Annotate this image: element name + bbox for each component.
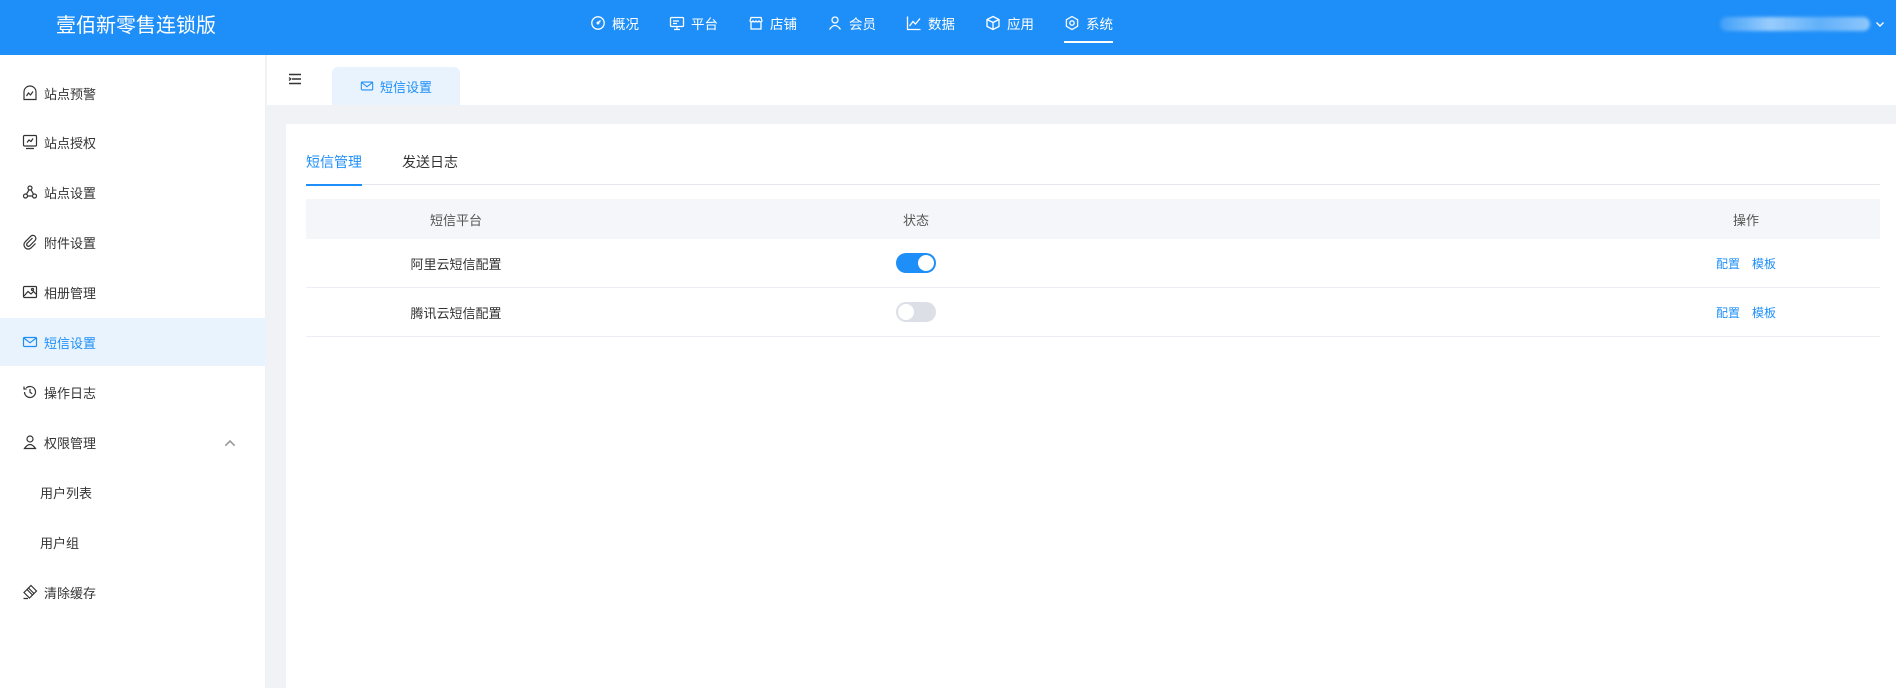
nav-label: 数据 xyxy=(928,17,955,33)
user-icon xyxy=(23,435,37,450)
alert-gauge-icon xyxy=(23,85,37,101)
tab-label: 短信设置 xyxy=(379,80,432,96)
table-row: 阿里云短信配置 配置 模板 xyxy=(306,239,1880,288)
clear-icon xyxy=(23,584,38,600)
sidebar: 站点预警 站点授权 站点设置 附件设置 相册管理 短信设置 操作日志 权限管理 … xyxy=(0,55,266,688)
sidebar-item-user-group[interactable]: 用户组 xyxy=(0,518,266,566)
sidebar-item-sms-settings[interactable]: 短信设置 xyxy=(0,318,266,366)
sidebar-item-label: 站点设置 xyxy=(44,186,97,202)
gear-icon xyxy=(1065,15,1079,31)
status-cell xyxy=(766,288,1066,336)
user-menu[interactable] xyxy=(1720,14,1886,34)
nav-member[interactable]: 会员 xyxy=(827,0,876,46)
image-icon xyxy=(22,285,38,299)
avatar xyxy=(1720,17,1870,31)
sidebar-item-label: 短信设置 xyxy=(44,336,97,352)
column-header-actions: 操作 xyxy=(1732,213,1759,229)
nav-overview[interactable]: 概况 xyxy=(590,0,639,46)
top-header: 壹佰新零售连锁版 概况 平台 店铺 会员 数据 应用 系统 xyxy=(0,0,1896,55)
nav-store[interactable]: 店铺 xyxy=(748,0,797,46)
content-card: 短信管理 发送日志 短信平台 状态 操作 阿里云短信配置 配置 模板 腾讯云短信… xyxy=(286,124,1896,688)
sidebar-item-label: 站点预警 xyxy=(44,87,97,103)
sidebar-item-label: 权限管理 xyxy=(44,436,97,452)
sub-tabs: 短信管理 发送日志 xyxy=(306,154,1880,186)
actions-cell: 配置 模板 xyxy=(1616,288,1876,336)
template-link[interactable]: 模板 xyxy=(1752,255,1776,272)
mail-icon xyxy=(22,336,38,348)
sms-platform-table: 短信平台 状态 操作 阿里云短信配置 配置 模板 腾讯云短信配置 配置 模板 xyxy=(306,199,1880,337)
history-icon xyxy=(23,385,37,399)
chevron-up-icon xyxy=(224,439,236,447)
sidebar-item-operation-log[interactable]: 操作日志 xyxy=(0,368,266,416)
status-cell xyxy=(766,239,1066,287)
sidebar-item-permission[interactable]: 权限管理 xyxy=(0,418,266,466)
chart-line-icon xyxy=(906,16,921,31)
config-link[interactable]: 配置 xyxy=(1716,304,1740,321)
sidebar-item-label: 站点授权 xyxy=(44,136,97,152)
table-header: 短信平台 状态 操作 xyxy=(306,199,1880,239)
sidebar-item-user-list[interactable]: 用户列表 xyxy=(0,468,266,516)
config-link[interactable]: 配置 xyxy=(1716,255,1740,272)
tab-send-log[interactable]: 发送日志 xyxy=(402,154,458,185)
platform-name: 腾讯云短信配置 xyxy=(410,306,502,322)
monitor-icon xyxy=(669,16,685,31)
license-icon xyxy=(22,134,38,150)
store-icon xyxy=(749,16,763,30)
chevron-down-icon xyxy=(1876,22,1884,27)
nav-label: 会员 xyxy=(849,17,876,33)
sidebar-item-label: 用户组 xyxy=(40,536,80,552)
template-link[interactable]: 模板 xyxy=(1752,304,1776,321)
sidebar-item-label: 操作日志 xyxy=(44,386,97,402)
nav-label: 平台 xyxy=(691,17,718,33)
menu-fold-icon[interactable] xyxy=(287,71,303,87)
nav-system[interactable]: 系统 xyxy=(1064,0,1113,46)
nav-platform[interactable]: 平台 xyxy=(669,0,718,46)
paperclip-icon xyxy=(23,234,37,250)
sidebar-item-album[interactable]: 相册管理 xyxy=(0,268,266,316)
tab-strip: 短信设置 xyxy=(267,55,1896,105)
sidebar-item-label: 清除缓存 xyxy=(44,586,97,602)
actions-cell: 配置 模板 xyxy=(1616,239,1876,287)
column-header-status: 状态 xyxy=(902,213,929,229)
tab-sms-settings[interactable]: 短信设置 xyxy=(332,67,460,105)
sidebar-item-clear-cache[interactable]: 清除缓存 xyxy=(0,568,266,616)
status-toggle[interactable] xyxy=(896,302,936,322)
sidebar-item-label: 相册管理 xyxy=(44,286,97,302)
toggle-knob xyxy=(918,255,934,271)
toggle-knob xyxy=(898,304,914,320)
nav-label: 应用 xyxy=(1007,17,1034,33)
sidebar-item-site-license[interactable]: 站点授权 xyxy=(0,118,266,166)
column-header-platform: 短信平台 xyxy=(429,213,482,229)
table-row: 腾讯云短信配置 配置 模板 xyxy=(306,288,1880,337)
nav-data[interactable]: 数据 xyxy=(906,0,955,46)
sidebar-item-attachment-settings[interactable]: 附件设置 xyxy=(0,218,266,266)
nav-apps[interactable]: 应用 xyxy=(985,0,1034,46)
nav-label: 店铺 xyxy=(770,17,797,33)
nav-label: 概况 xyxy=(612,17,639,33)
sidebar-item-site-settings[interactable]: 站点设置 xyxy=(0,168,266,216)
tab-sms-management[interactable]: 短信管理 xyxy=(306,154,362,186)
nodes-icon xyxy=(22,185,38,199)
status-toggle[interactable] xyxy=(896,253,936,273)
top-nav: 概况 平台 店铺 会员 数据 应用 系统 xyxy=(590,0,1143,55)
mail-icon xyxy=(360,81,374,91)
user-icon xyxy=(828,16,842,30)
brand-title: 壹佰新零售连锁版 xyxy=(56,13,216,37)
platform-name: 阿里云短信配置 xyxy=(410,257,502,273)
sidebar-item-site-alert[interactable]: 站点预警 xyxy=(0,69,266,117)
dashboard-icon xyxy=(591,16,605,30)
nav-label: 系统 xyxy=(1086,17,1113,33)
box-icon xyxy=(986,15,1000,31)
sidebar-item-label: 用户列表 xyxy=(40,486,93,502)
sidebar-item-label: 附件设置 xyxy=(44,236,97,252)
